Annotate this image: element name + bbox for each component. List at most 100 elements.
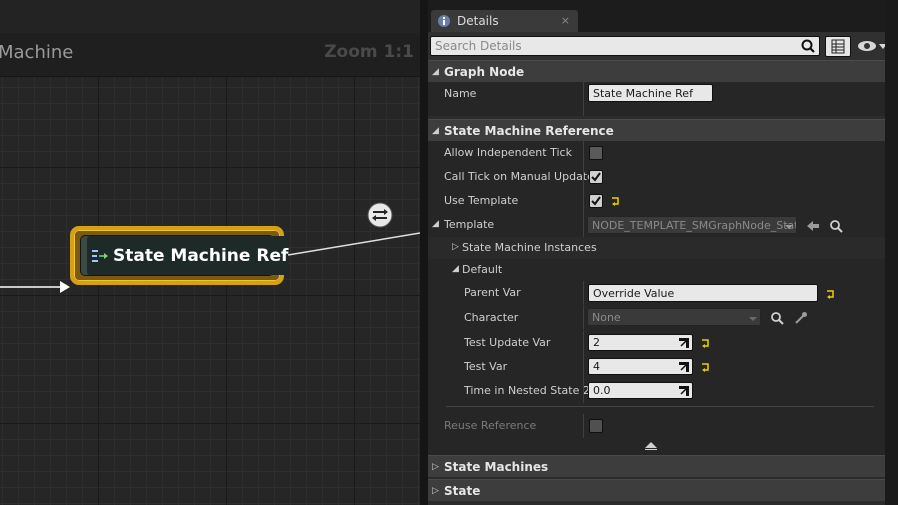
- info-icon: [438, 15, 450, 27]
- smr-properties: Allow Independent Tick Call Tick on Manu…: [428, 141, 890, 457]
- property-row-character: Character None: [428, 306, 890, 330]
- property-label: Reuse Reference: [444, 419, 537, 432]
- chevron-down-icon: [785, 225, 793, 229]
- search-input[interactable]: [430, 36, 820, 56]
- field-value: 2: [593, 336, 600, 349]
- column-divider: [583, 414, 584, 438]
- checkmark-icon: [591, 172, 601, 182]
- call-tick-on-manual-update-checkbox[interactable]: [589, 170, 603, 184]
- category-label: State Machines: [444, 459, 549, 474]
- test-var-field[interactable]: 4: [588, 358, 693, 375]
- expanded-arrow-icon[interactable]: ◢: [432, 219, 440, 229]
- property-row-template: ◢ Template NODE_TEMPLATE_SMGraphNode_Sta…: [428, 213, 890, 237]
- collapse-up-icon[interactable]: [645, 442, 657, 450]
- column-divider: [583, 281, 584, 305]
- column-divider: [583, 355, 584, 379]
- state-machine-ref-node[interactable]: State Machine Ref: [70, 226, 289, 285]
- collapsed-arrow-icon: ▷: [432, 485, 439, 496]
- close-icon[interactable]: ×: [561, 14, 570, 27]
- field-value: 4: [593, 360, 600, 373]
- property-label: Test Var: [464, 360, 508, 373]
- property-label: Use Template: [444, 194, 519, 207]
- test-update-var-field[interactable]: 2: [588, 334, 693, 351]
- category-state[interactable]: ▷ State: [428, 479, 890, 501]
- drag-handle-icon[interactable]: [679, 362, 689, 372]
- details-tab[interactable]: Details ×: [431, 10, 578, 32]
- group-label: Default: [462, 263, 503, 276]
- column-divider: [583, 331, 584, 355]
- expanded-arrow-icon: ◢: [452, 264, 459, 274]
- category-state-machine-reference[interactable]: ◢ State Machine Reference: [428, 119, 890, 141]
- drag-handle-icon[interactable]: [679, 338, 689, 348]
- search-icon: [801, 39, 815, 53]
- name-field[interactable]: State Machine Ref: [588, 84, 713, 102]
- property-row-test-update-var: Test Update Var 2: [428, 331, 890, 355]
- group-default[interactable]: ◢ Default: [428, 259, 890, 281]
- property-label: Allow Independent Tick: [444, 146, 572, 159]
- category-graph-node[interactable]: ◢ Graph Node: [428, 60, 890, 82]
- category-state-machines[interactable]: ▷ State Machines: [428, 455, 890, 477]
- chevron-down-icon: [749, 317, 757, 321]
- property-label: Parent Var: [464, 286, 521, 299]
- expanded-arrow-icon: ◢: [432, 66, 439, 77]
- category-label: State: [444, 483, 481, 498]
- collapsed-arrow-icon: ▷: [432, 461, 439, 472]
- column-divider: [583, 189, 584, 213]
- character-combo[interactable]: None: [587, 308, 761, 326]
- node-body: State Machine Ref: [80, 235, 289, 276]
- parent-var-field[interactable]: Override Value: [588, 284, 818, 302]
- field-value: 0.0: [593, 384, 611, 397]
- column-divider: [583, 213, 584, 237]
- use-selected-arrow-icon[interactable]: [806, 219, 820, 233]
- allow-independent-tick-checkbox[interactable]: [589, 146, 603, 160]
- template-value: NODE_TEMPLATE_SMGraphNode_Stat: [592, 219, 797, 232]
- reset-to-default-icon[interactable]: [609, 194, 623, 208]
- expanded-arrow-icon: ◢: [432, 125, 439, 136]
- property-label: Test Update Var: [464, 336, 551, 349]
- property-row-reuse-reference: Reuse Reference: [428, 414, 890, 438]
- tab-title: Details: [457, 14, 499, 28]
- grid-icon: [831, 39, 845, 54]
- property-label: Name: [444, 87, 477, 100]
- column-divider: [583, 379, 584, 403]
- property-row-time-in-nested-state-2: Time in Nested State 2 0.0: [428, 379, 890, 403]
- drag-handle-icon[interactable]: [679, 386, 689, 396]
- browse-search-icon[interactable]: [829, 219, 843, 233]
- section-divider: [446, 406, 874, 407]
- panel-splitter[interactable]: [420, 0, 428, 505]
- graph-canvas[interactable]: Machine Zoom 1:1 State Machine Ref: [0, 33, 420, 505]
- reset-to-default-icon[interactable]: [699, 360, 713, 374]
- reuse-reference-checkbox[interactable]: [589, 419, 603, 433]
- node-title-bar: State Machine Ref: [87, 236, 289, 275]
- property-row-use-template: Use Template: [428, 189, 890, 213]
- column-divider: [583, 82, 584, 116]
- eyedropper-icon[interactable]: [794, 311, 808, 325]
- group-state-machine-instances[interactable]: ▷ State Machine Instances: [428, 237, 890, 259]
- property-matrix-button[interactable]: [825, 36, 851, 57]
- reset-to-default-icon[interactable]: [824, 287, 838, 301]
- property-label: Time in Nested State 2: [464, 384, 590, 397]
- category-label: Graph Node: [444, 64, 525, 79]
- transition-icon[interactable]: [367, 202, 393, 228]
- property-row-test-var: Test Var 4: [428, 355, 890, 379]
- property-row-parent-var: Parent Var Override Value: [428, 281, 890, 305]
- time-in-nested-state-2-field[interactable]: 0.0: [588, 382, 693, 399]
- checkmark-icon: [591, 196, 601, 206]
- node-title: State Machine Ref: [113, 245, 289, 266]
- property-label: Character: [464, 311, 519, 324]
- details-body: ◢ Graph Node Name State Machine Ref ◢ St…: [428, 32, 890, 505]
- use-template-checkbox[interactable]: [589, 194, 603, 208]
- reset-to-default-icon[interactable]: [699, 336, 713, 350]
- column-divider: [583, 141, 584, 165]
- details-panel: Details × Search Details ◢ Graph Node Na…: [428, 0, 890, 505]
- property-label: Template: [444, 218, 495, 231]
- property-row-name: Name State Machine Ref: [428, 82, 890, 116]
- right-edge-strip: [885, 0, 898, 505]
- template-combo[interactable]: NODE_TEMPLATE_SMGraphNode_Stat: [587, 216, 797, 234]
- category-label: State Machine Reference: [444, 123, 614, 138]
- editor-window: Machine Zoom 1:1 State Machine Ref Detai…: [0, 0, 898, 505]
- property-row-call-tick-on-manual-update: Call Tick on Manual Update: [428, 165, 890, 189]
- column-divider: [583, 306, 584, 330]
- browse-search-icon[interactable]: [770, 311, 784, 325]
- property-row-allow-independent-tick: Allow Independent Tick: [428, 141, 890, 165]
